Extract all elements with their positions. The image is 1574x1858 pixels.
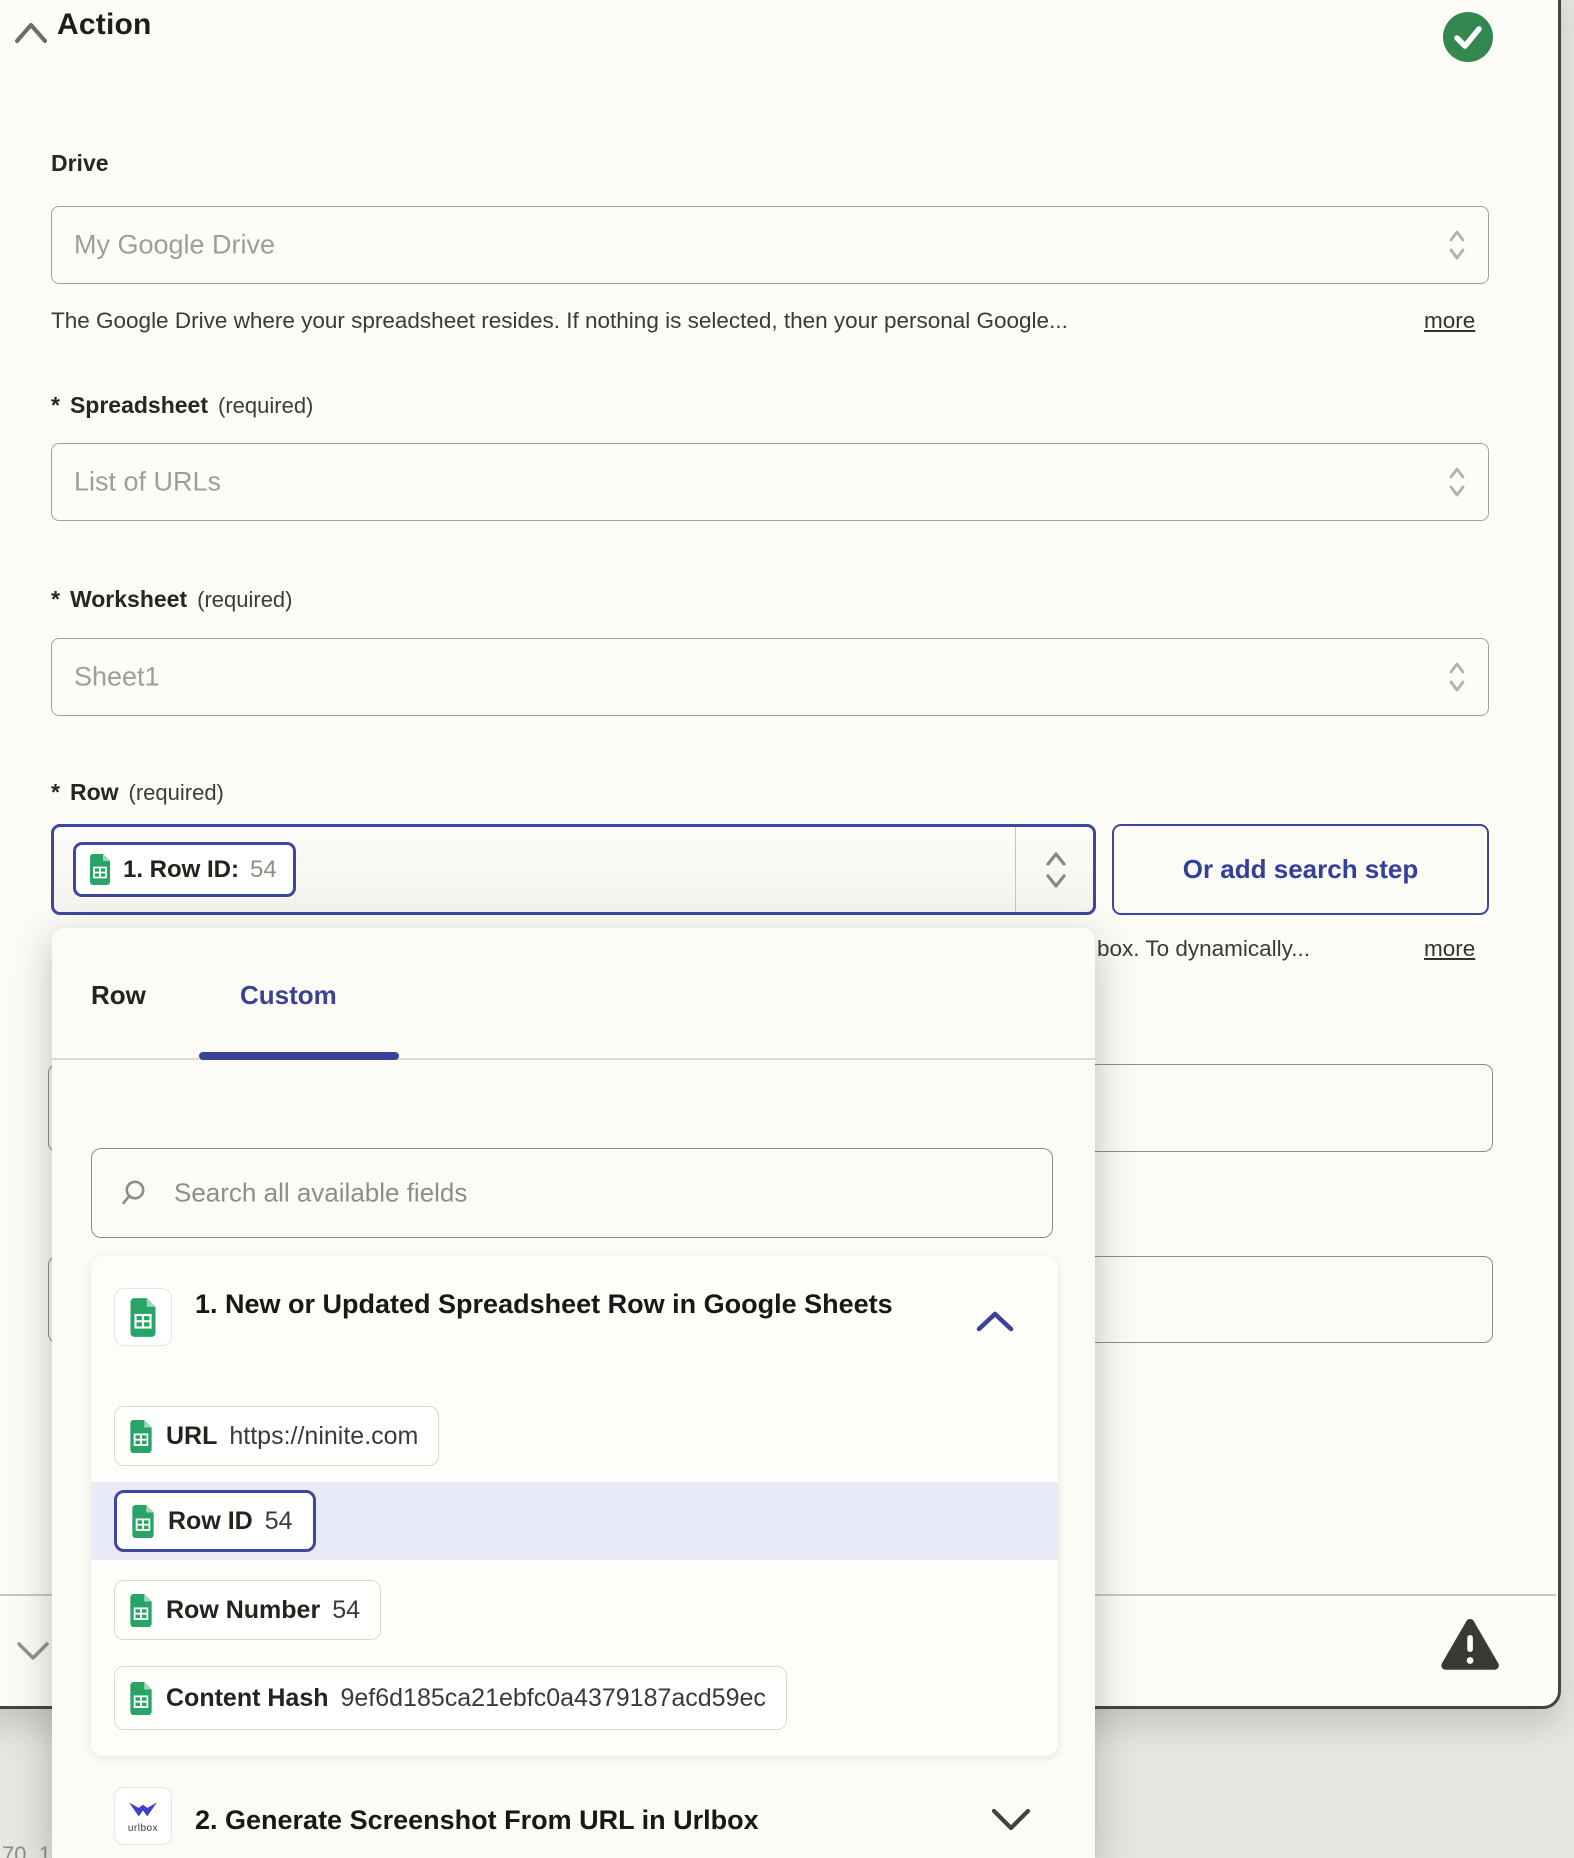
field-option-row-id[interactable]: Row ID 54: [114, 1490, 316, 1552]
drive-help-more-link[interactable]: more: [1424, 308, 1475, 334]
tab-custom[interactable]: Custom: [240, 980, 337, 1011]
required-asterisk: *: [51, 779, 60, 805]
combobox-spinner-icon[interactable]: [1045, 849, 1067, 891]
tag-value: 54: [250, 856, 277, 884]
required-note: (required): [129, 780, 224, 805]
tab-row[interactable]: Row: [91, 980, 146, 1011]
worksheet-select-value: Sheet1: [74, 662, 160, 693]
expand-group-icon[interactable]: [990, 1806, 1032, 1832]
field-option-content-hash[interactable]: Content Hash 9ef6d185ca21ebfc0a4379187ac…: [114, 1666, 787, 1730]
step1-fields-group: 1. New or Updated Spreadsheet Row in Goo…: [91, 1256, 1058, 1756]
row-mapped-value-tag[interactable]: 1. Row ID: 54: [73, 842, 296, 897]
required-asterisk: *: [51, 586, 60, 612]
spreadsheet-select-value: List of URLs: [74, 467, 221, 498]
step1-group-title[interactable]: 1. New or Updated Spreadsheet Row in Goo…: [195, 1284, 995, 1325]
search-icon: [120, 1179, 147, 1207]
row-help-text-fragment: box. To dynamically...: [1097, 936, 1310, 962]
google-sheets-app-icon: [114, 1288, 172, 1346]
drive-help-text: The Google Drive where your spreadsheet …: [51, 308, 1401, 334]
step-complete-check-icon: [1443, 12, 1493, 62]
row-help-more-link[interactable]: more: [1424, 936, 1475, 962]
drive-label: Drive: [51, 150, 109, 177]
google-sheets-icon: [128, 1298, 158, 1337]
google-sheets-icon: [130, 1505, 156, 1538]
select-spinner-icon: [1448, 660, 1466, 694]
zap-editor-screen: Action Drive My Google Drive The Google …: [0, 0, 1574, 1858]
search-placeholder: Search all available fields: [174, 1178, 467, 1209]
required-note: (required): [197, 587, 292, 612]
spreadsheet-select[interactable]: List of URLs: [51, 443, 1489, 521]
expand-footer-icon[interactable]: [16, 1640, 50, 1662]
field-option-url[interactable]: URL https://ninite.com: [114, 1406, 439, 1466]
field-option-row-number[interactable]: Row Number 54: [114, 1580, 381, 1640]
active-tab-underline: [199, 1052, 399, 1060]
section-title: Action: [57, 8, 152, 42]
tag-label: 1. Row ID:: [123, 856, 239, 884]
search-fields-input[interactable]: Search all available fields: [91, 1148, 1053, 1238]
google-sheets-icon: [128, 1594, 154, 1627]
required-asterisk: *: [51, 392, 60, 418]
urlbox-wordmark: urlbox: [128, 1823, 158, 1834]
google-sheets-icon: [128, 1682, 154, 1715]
drive-select[interactable]: My Google Drive: [51, 206, 1489, 284]
add-search-step-button[interactable]: Or add search step: [1112, 824, 1489, 915]
drive-select-value: My Google Drive: [74, 230, 275, 261]
google-sheets-icon: [88, 854, 112, 885]
spreadsheet-label: *Spreadsheet(required): [51, 392, 313, 419]
row-combobox[interactable]: 1. Row ID: 54: [51, 824, 1096, 915]
collapse-section-icon[interactable]: [14, 20, 48, 46]
required-note: (required): [218, 393, 313, 418]
urlbox-app-icon: urlbox: [114, 1787, 172, 1845]
select-spinner-icon: [1448, 465, 1466, 499]
select-spinner-icon: [1448, 228, 1466, 262]
field-mapping-dropdown: Row Custom Search all available fields 1…: [52, 928, 1095, 1858]
warning-triangle-icon[interactable]: [1438, 1616, 1502, 1676]
combobox-divider: [1015, 827, 1017, 912]
urlbox-logo-icon: [128, 1798, 158, 1822]
worksheet-select[interactable]: Sheet1: [51, 638, 1489, 716]
row-label: *Row(required): [51, 779, 224, 806]
worksheet-label: *Worksheet(required): [51, 586, 293, 613]
collapse-group-icon[interactable]: [975, 1310, 1015, 1334]
google-sheets-icon: [128, 1420, 154, 1453]
step2-group-title[interactable]: 2. Generate Screenshot From URL in Urlbo…: [195, 1800, 975, 1841]
